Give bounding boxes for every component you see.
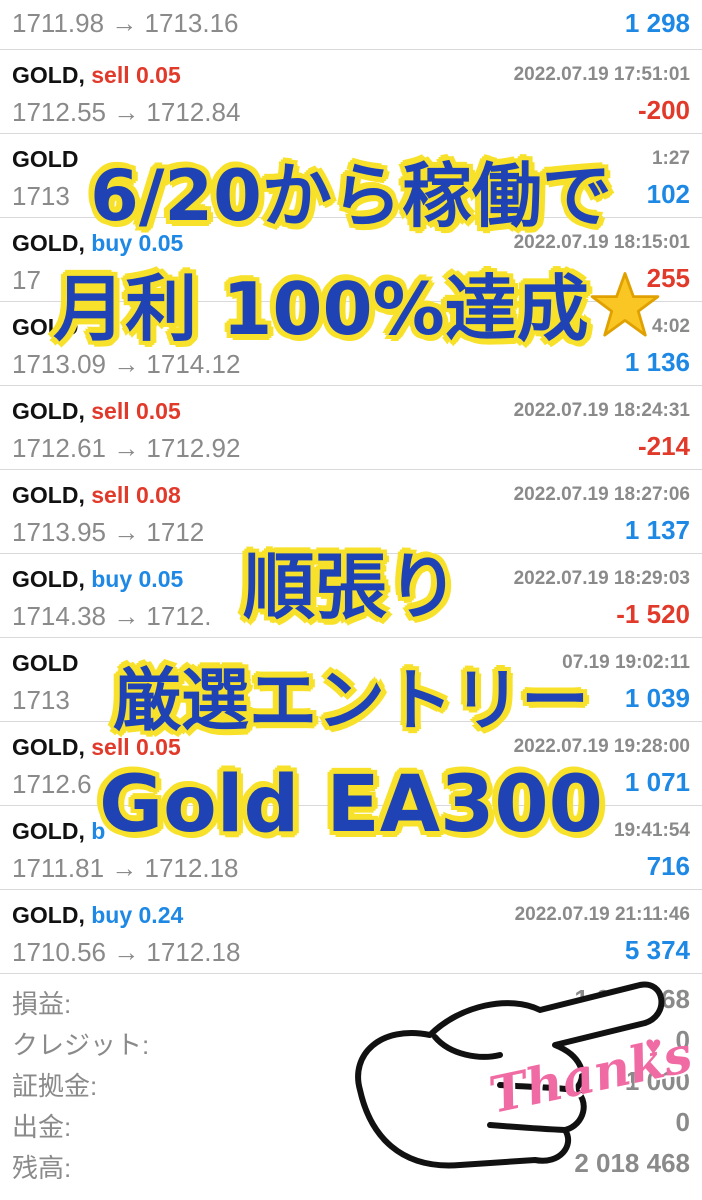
- summary-label: 損益:: [12, 989, 72, 1019]
- symbol-label: GOLD,: [12, 62, 85, 88]
- trade-row[interactable]: 1711.98 → 1713.16 1 298: [0, 0, 702, 50]
- summary-value: 0: [675, 1107, 690, 1137]
- trade-volume: 0.05: [136, 398, 181, 424]
- trade-side: buy: [91, 902, 133, 928]
- symbol-label: GOLD,: [12, 902, 85, 928]
- star-icon: [590, 272, 660, 337]
- overlay-caption-selected-entry: 厳選エントリー: [111, 661, 590, 743]
- trade-prices: 1711.98 → 1713.16: [12, 8, 239, 38]
- trade-symbol: GOLD, sell 0.08: [12, 482, 181, 509]
- trade-prices: 1712.55 → 1712.84: [12, 97, 241, 127]
- trade-time: 2022.07.19 18:24:31: [513, 400, 690, 421]
- trade-row[interactable]: GOLD, buy 0.24 2022.07.19 21:11:46 1710.56…: [0, 890, 702, 974]
- trade-profit: 716: [646, 851, 690, 881]
- trade-prices: 1712.61 → 1712.92: [12, 433, 241, 463]
- overlay-caption-trend-following: 順張り: [241, 544, 460, 631]
- summary-label: 残高:: [12, 1153, 72, 1183]
- trade-profit: -200: [637, 95, 690, 125]
- trade-profit: 5 374: [624, 935, 690, 965]
- overlay-caption-start-date: 6/20から稼働で: [89, 154, 614, 239]
- trade-symbol: GOLD, sell 0.05: [12, 398, 181, 425]
- trade-volume: 0.05: [136, 62, 181, 88]
- trade-time: 2022.07.19 18:27:06: [513, 484, 690, 505]
- trade-time: 2022.07.19 17:51:01: [513, 64, 690, 85]
- trade-prices: 1710.56 → 1712.18: [12, 937, 241, 967]
- summary-label: 出金:: [12, 1112, 72, 1142]
- trade-side: sell: [91, 482, 130, 508]
- trade-volume: 0.24: [138, 902, 184, 928]
- trade-volume: 0.08: [136, 482, 181, 508]
- overlay-caption-product-name: Gold EA300: [98, 759, 605, 852]
- trade-row[interactable]: GOLD, sell 0.05 2022.07.19 18:24:31 1712.6…: [0, 386, 702, 470]
- trade-side: sell: [91, 62, 130, 88]
- summary-label: 証拠金:: [12, 1071, 98, 1101]
- symbol-label: GOLD,: [12, 398, 85, 424]
- trade-symbol: GOLD, buy 0.24: [12, 902, 183, 929]
- trade-profit: -214: [637, 431, 690, 461]
- trade-prices: 1711.81 → 1712.18: [12, 853, 239, 883]
- overlay-caption-monthly-return: 月利 100%達成: [52, 266, 591, 353]
- summary-label: クレジット:: [12, 1030, 150, 1060]
- trade-time: 2022.07.19 21:11:46: [514, 904, 690, 925]
- trade-symbol: GOLD, sell 0.05: [12, 62, 181, 89]
- trade-side: sell: [91, 398, 130, 424]
- trade-profit: 1 298: [624, 8, 690, 38]
- symbol-label: GOLD,: [12, 482, 85, 508]
- trade-row[interactable]: GOLD, sell 0.05 2022.07.19 17:51:01 1712.5…: [0, 50, 702, 134]
- heart-icon: ♥: [645, 1030, 662, 1061]
